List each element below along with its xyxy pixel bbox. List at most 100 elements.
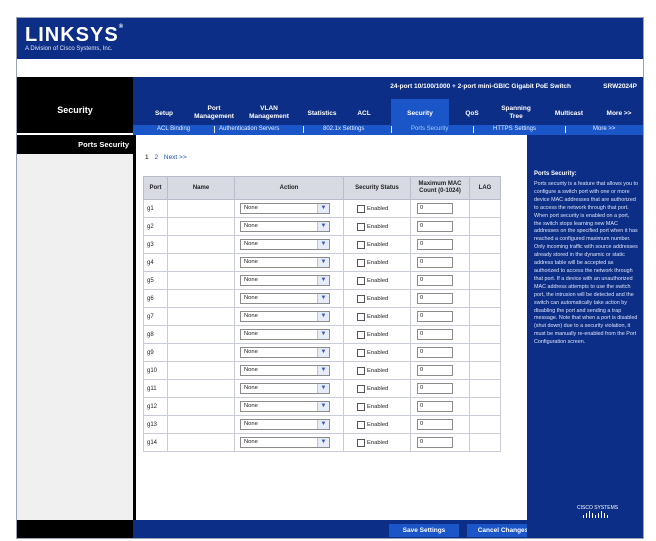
- tab-spanning-tree[interactable]: Spanning Tree: [495, 105, 537, 121]
- max-mac-input[interactable]: 0: [417, 275, 453, 286]
- port-cell: g9: [143, 343, 168, 362]
- port-cell: g2: [143, 217, 168, 236]
- max-mac-input[interactable]: 0: [417, 365, 453, 376]
- max-mac-input[interactable]: 0: [417, 347, 453, 358]
- action-select-value: None: [244, 277, 258, 283]
- max-mac-input[interactable]: 0: [417, 239, 453, 250]
- tab-qos[interactable]: QoS: [459, 110, 485, 118]
- action-select-value: None: [244, 439, 258, 445]
- subtab-https-settings[interactable]: HTTPS Settings: [493, 126, 536, 132]
- col-header-max-mac: Maximum MAC Count (0-1024): [410, 176, 470, 200]
- name-cell: [167, 379, 235, 398]
- enabled-checkbox[interactable]: [357, 438, 365, 447]
- tab-setup[interactable]: Setup: [149, 110, 179, 118]
- action-select[interactable]: None ▼: [240, 383, 330, 394]
- port-cell: g7: [143, 307, 168, 326]
- tab-port-management[interactable]: Port Management: [191, 105, 237, 121]
- action-select-value: None: [244, 385, 258, 391]
- enabled-checkbox[interactable]: [357, 402, 365, 411]
- name-cell: [167, 199, 235, 218]
- action-select[interactable]: None ▼: [240, 293, 330, 304]
- max-mac-input[interactable]: 0: [417, 437, 453, 448]
- table-row: g1 None ▼ Enabled 0: [143, 199, 501, 218]
- max-mac-input[interactable]: 0: [417, 257, 453, 268]
- nav-current-item[interactable]: Ports Security: [17, 135, 133, 154]
- action-select[interactable]: None ▼: [240, 347, 330, 358]
- subtab-acl-binding[interactable]: ACL Binding: [157, 126, 190, 132]
- security-status-cell: Enabled: [343, 217, 411, 236]
- action-select[interactable]: None ▼: [240, 311, 330, 322]
- linksys-logo: LINKSYS®: [25, 24, 125, 46]
- action-select[interactable]: None ▼: [240, 275, 330, 286]
- tab-acl[interactable]: ACL: [349, 110, 379, 118]
- enabled-checkbox[interactable]: [357, 312, 365, 321]
- tab-vlan-management[interactable]: VLAN Management: [245, 105, 293, 121]
- action-select[interactable]: None ▼: [240, 239, 330, 250]
- enabled-checkbox[interactable]: [357, 222, 365, 231]
- max-mac-input[interactable]: 0: [417, 329, 453, 340]
- action-select[interactable]: None ▼: [240, 329, 330, 340]
- name-cell: [167, 217, 235, 236]
- tab-multicast[interactable]: Multicast: [549, 110, 589, 118]
- table-row: g5 None ▼ Enabled 0: [143, 271, 501, 290]
- page-2-link[interactable]: 2: [154, 154, 158, 161]
- lag-cell: [469, 343, 501, 362]
- chevron-down-icon: ▼: [317, 438, 329, 447]
- ports-security-table: Port Name Action Security Status Maximum…: [143, 176, 501, 452]
- action-select-value: None: [244, 223, 258, 229]
- security-status-cell: Enabled: [343, 253, 411, 272]
- action-select[interactable]: None ▼: [240, 365, 330, 376]
- name-cell: [167, 433, 235, 452]
- next-page-link[interactable]: Next >>: [164, 154, 187, 161]
- action-select[interactable]: None ▼: [240, 257, 330, 268]
- action-select-value: None: [244, 259, 258, 265]
- enabled-checkbox[interactable]: [357, 330, 365, 339]
- enabled-checkbox[interactable]: [357, 348, 365, 357]
- action-select-value: None: [244, 421, 258, 427]
- save-settings-button[interactable]: Save Settings: [389, 524, 459, 537]
- subtab-separator: [303, 126, 304, 133]
- nav-current-label: Ports Security: [78, 140, 129, 149]
- action-select[interactable]: None ▼: [240, 401, 330, 412]
- page-1-link[interactable]: 1: [145, 154, 149, 161]
- enabled-checkbox[interactable]: [357, 258, 365, 267]
- max-mac-cell: 0: [410, 235, 470, 254]
- tab-security[interactable]: Security: [391, 99, 449, 125]
- max-mac-input[interactable]: 0: [417, 311, 453, 322]
- action-select-value: None: [244, 349, 258, 355]
- action-cell: None ▼: [234, 397, 344, 416]
- enabled-checkbox[interactable]: [357, 384, 365, 393]
- enabled-label: Enabled: [367, 241, 389, 248]
- max-mac-input[interactable]: 0: [417, 221, 453, 232]
- port-cell: g3: [143, 235, 168, 254]
- tab-statistics[interactable]: Statistics: [301, 110, 343, 118]
- subtab-8021x-settings[interactable]: 802.1x Settings: [323, 126, 364, 132]
- enabled-checkbox[interactable]: [357, 204, 365, 213]
- port-cell: g6: [143, 289, 168, 308]
- subtab-ports-security[interactable]: Ports Security: [411, 126, 448, 132]
- tab-more[interactable]: More >>: [599, 110, 639, 118]
- enabled-checkbox[interactable]: [357, 294, 365, 303]
- max-mac-cell: 0: [410, 415, 470, 434]
- action-select[interactable]: None ▼: [240, 437, 330, 448]
- col-header-lag: LAG: [469, 176, 501, 200]
- enabled-checkbox[interactable]: [357, 240, 365, 249]
- max-mac-input[interactable]: 0: [417, 203, 453, 214]
- tab-port-management-label: Port Management: [194, 105, 234, 120]
- subtab-more[interactable]: More >>: [593, 126, 615, 132]
- max-mac-input[interactable]: 0: [417, 401, 453, 412]
- enabled-checkbox[interactable]: [357, 276, 365, 285]
- port-cell: g11: [143, 379, 168, 398]
- action-select[interactable]: None ▼: [240, 221, 330, 232]
- action-select[interactable]: None ▼: [240, 203, 330, 214]
- enabled-label: Enabled: [367, 223, 389, 230]
- subtab-authentication-servers[interactable]: Authentication Servers: [219, 126, 279, 132]
- security-status-cell: Enabled: [343, 379, 411, 398]
- enabled-checkbox[interactable]: [357, 420, 365, 429]
- action-select[interactable]: None ▼: [240, 419, 330, 430]
- max-mac-input[interactable]: 0: [417, 419, 453, 430]
- action-cell: None ▼: [234, 379, 344, 398]
- max-mac-input[interactable]: 0: [417, 293, 453, 304]
- max-mac-input[interactable]: 0: [417, 383, 453, 394]
- enabled-checkbox[interactable]: [357, 366, 365, 375]
